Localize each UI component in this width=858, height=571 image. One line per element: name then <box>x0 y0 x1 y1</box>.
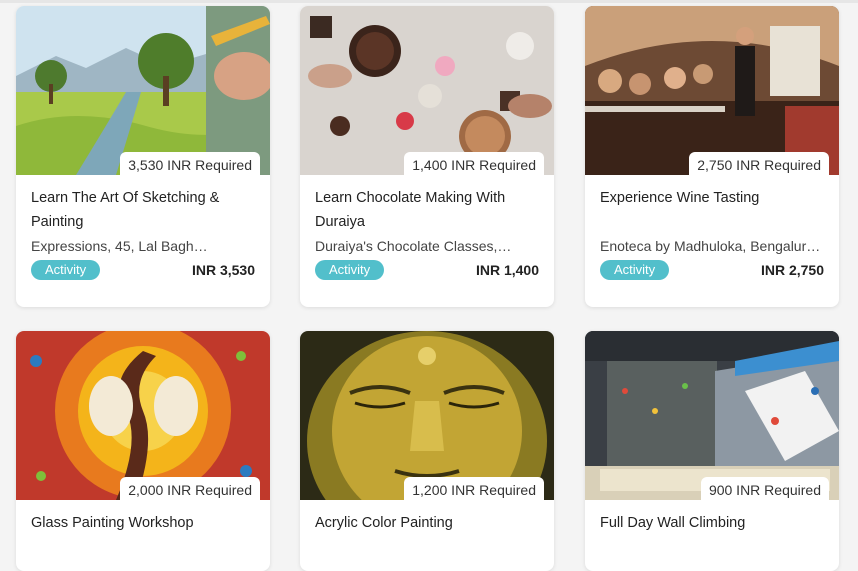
card-title[interactable]: Learn The Art Of Sketching & Painting <box>31 186 255 234</box>
activity-badge: Activity <box>600 260 670 280</box>
card-location: Duraiya's Chocolate Classes,… <box>315 238 512 254</box>
card-title[interactable]: Learn Chocolate Making With Duraiya <box>315 186 539 234</box>
card-price: INR 2,750 <box>760 262 824 278</box>
card-price: INR 3,530 <box>191 262 255 278</box>
activity-badge: Activity <box>31 260 101 280</box>
required-amount: 2,000 INR Required <box>120 477 260 500</box>
required-amount: 1,200 INR Required <box>404 477 544 500</box>
activity-card[interactable]: 3,530 INR Required Learn The Art Of Sket… <box>16 6 270 307</box>
card-title[interactable]: Acrylic Color Painting <box>315 511 539 559</box>
card-title[interactable]: Full Day Wall Climbing <box>600 511 824 559</box>
required-amount: 2,750 INR Required <box>689 152 829 175</box>
activity-badge: Activity <box>315 260 385 280</box>
card-image: 1,200 INR Required <box>300 331 554 500</box>
card-title[interactable]: Experience Wine Tasting <box>600 186 824 234</box>
activity-card[interactable]: 1,200 INR Required Acrylic Color Paintin… <box>300 331 554 571</box>
card-price: INR 1,400 <box>475 262 539 278</box>
required-amount: 900 INR Required <box>700 477 829 500</box>
card-image: 900 INR Required <box>585 331 839 500</box>
activity-card[interactable]: 2,000 INR Required Glass Painting Worksh… <box>16 331 270 571</box>
required-amount: 1,400 INR Required <box>404 152 544 175</box>
card-location: Expressions, 45, Lal Bagh… <box>31 238 208 254</box>
activity-card[interactable]: 2,750 INR Required Experience Wine Tasti… <box>585 6 839 307</box>
required-amount: 3,530 INR Required <box>120 152 260 175</box>
activity-card[interactable]: 900 INR Required Full Day Wall Climbing <box>585 331 839 571</box>
card-image: 1,400 INR Required <box>300 6 554 175</box>
card-location: Enoteca by Madhuloka, Bengaluru… <box>600 238 824 254</box>
card-title[interactable]: Glass Painting Workshop <box>31 511 255 559</box>
card-image: 2,000 INR Required <box>16 331 270 500</box>
card-image: 3,530 INR Required <box>16 6 270 175</box>
activity-card[interactable]: 1,400 INR Required Learn Chocolate Makin… <box>300 6 554 307</box>
card-image: 2,750 INR Required <box>585 6 839 175</box>
top-divider <box>0 0 858 3</box>
